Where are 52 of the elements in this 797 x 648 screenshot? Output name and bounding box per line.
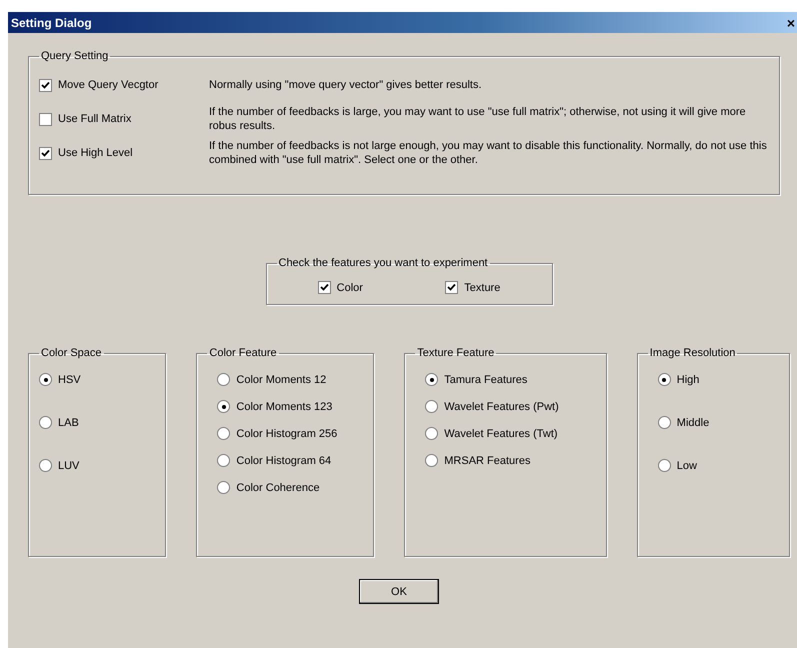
group-title: Image Resolution	[648, 347, 736, 359]
window-title: Setting Dialog	[11, 16, 92, 30]
radio-label[interactable]: MRSAR Features	[444, 454, 530, 466]
checkbox-label[interactable]: Move Query Vecgtor	[58, 79, 158, 91]
ok-button[interactable]: OK	[359, 579, 439, 604]
radio-button[interactable]	[39, 373, 52, 386]
radio-label[interactable]: Color Moments 123	[236, 400, 332, 412]
radio-button[interactable]	[425, 400, 438, 413]
radio-button[interactable]	[217, 481, 230, 494]
description-text: If the number of feedbacks is large, you may want to use "use full matrix"; otherwise, not using it will give more robus results.	[209, 105, 747, 133]
radio-label[interactable]: Tamura Features	[444, 374, 528, 386]
radio-label[interactable]: Low	[676, 460, 697, 472]
radio-label[interactable]: Color Histogram 64	[236, 454, 332, 466]
description-text: Normally using "move query vector" gives better results.	[209, 78, 483, 92]
radio-button[interactable]	[658, 459, 671, 472]
checkbox[interactable]	[39, 146, 52, 160]
radio-button[interactable]	[658, 373, 671, 386]
radio-button[interactable]	[425, 373, 438, 386]
radio-label[interactable]: Color Moments 12	[236, 374, 326, 386]
checkbox-label[interactable]: Use High Level	[58, 147, 133, 159]
radio-button[interactable]	[39, 459, 52, 472]
group-title: Query Setting	[40, 50, 110, 62]
description-text: If the number of feedbacks is not large enough, you may want to disable this functionality. Normally, do not use this combined with "use full matrix". Select one or the other.	[209, 139, 768, 167]
group-title: Check the features you want to experiment	[278, 257, 489, 269]
checkbox-label[interactable]: Use Full Matrix	[58, 113, 132, 125]
radio-label[interactable]: HSV	[58, 374, 81, 386]
radio-label[interactable]: High	[676, 374, 700, 386]
radio-label[interactable]: LUV	[58, 460, 80, 472]
close-button[interactable]: ×	[786, 14, 795, 30]
group-title: Color Feature	[208, 347, 278, 359]
group-title: Texture Feature	[416, 347, 496, 359]
checkbox-label[interactable]: Color	[336, 282, 363, 294]
radio-label[interactable]: Wavelet Features (Pwt)	[444, 400, 559, 412]
radio-button[interactable]	[658, 416, 671, 429]
radio-button[interactable]	[217, 400, 230, 413]
radio-label[interactable]: Wavelet Features (Twt)	[444, 428, 558, 440]
radio-button[interactable]	[39, 416, 52, 429]
radio-label[interactable]: Color Coherence	[236, 482, 320, 494]
checkbox[interactable]	[39, 112, 52, 126]
radio-button[interactable]	[425, 427, 438, 440]
group-title: Color Space	[40, 347, 103, 359]
radio-label[interactable]: Middle	[676, 416, 710, 428]
radio-label[interactable]: LAB	[58, 416, 79, 428]
radio-button[interactable]	[217, 454, 230, 467]
radio-button[interactable]	[217, 373, 230, 386]
checkbox[interactable]	[445, 281, 458, 294]
checkbox[interactable]	[318, 281, 331, 294]
radio-button[interactable]	[217, 427, 230, 440]
radio-button[interactable]	[425, 454, 438, 467]
checkbox[interactable]	[39, 78, 52, 92]
radio-label[interactable]: Color Histogram 256	[236, 428, 338, 440]
checkbox-label[interactable]: Texture	[464, 282, 500, 294]
